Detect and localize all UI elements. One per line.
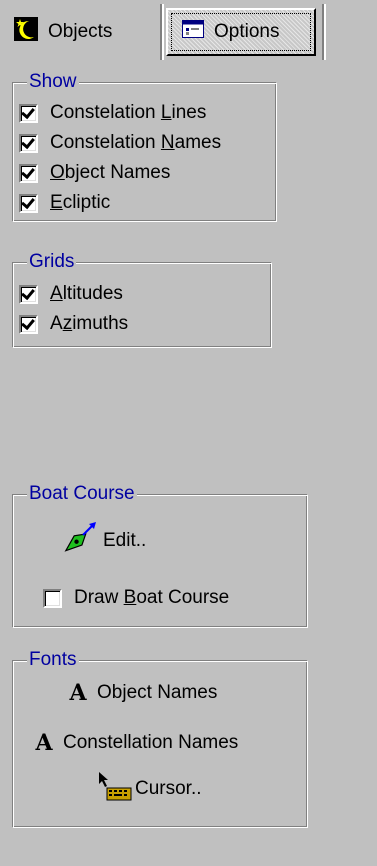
font-icon: A bbox=[35, 730, 53, 756]
checkbox-label: Constelation Lines bbox=[50, 102, 207, 123]
checkbox-box[interactable] bbox=[19, 103, 38, 123]
checkbox-box[interactable] bbox=[19, 163, 38, 183]
boat-course-group: Boat Course Edit.. Draw Boat Course bbox=[12, 482, 308, 628]
checkbox-label: Object Names bbox=[50, 162, 171, 183]
checkbox-label: Ecliptic bbox=[50, 192, 111, 213]
tab-options[interactable]: Options bbox=[166, 8, 316, 56]
checkbox-box[interactable] bbox=[19, 133, 38, 153]
checkbox-label: Constelation Names bbox=[50, 132, 222, 153]
moon-stars-icon bbox=[14, 17, 38, 47]
boat-icon bbox=[61, 521, 99, 561]
checkbox-label: Azimuths bbox=[50, 313, 129, 334]
cursor-font-label: Cursor.. bbox=[135, 778, 202, 799]
checkbox-box[interactable] bbox=[43, 588, 62, 608]
constellation-names-font-label: Constellation Names bbox=[63, 732, 239, 753]
show-group: Show Constelation Lines Constelation Nam… bbox=[12, 70, 277, 222]
checkbox-ecliptic[interactable]: Ecliptic bbox=[19, 188, 110, 218]
checkbox-constellation-names[interactable]: Constelation Names bbox=[19, 128, 221, 158]
constellation-names-font-button[interactable]: A Constellation Names bbox=[31, 723, 238, 763]
tab-objects[interactable]: Objects bbox=[2, 6, 158, 58]
options-window-icon bbox=[182, 20, 204, 44]
checkbox-draw-boat-course[interactable]: Draw Boat Course bbox=[43, 583, 229, 613]
tab-separator bbox=[322, 4, 326, 60]
checkbox-box[interactable] bbox=[19, 284, 38, 304]
show-group-title: Show bbox=[27, 70, 79, 94]
font-icon: A bbox=[69, 680, 87, 706]
checkbox-azimuths[interactable]: Azimuths bbox=[19, 309, 128, 339]
cursor-font-button[interactable]: Cursor.. bbox=[97, 769, 202, 809]
checkbox-altitudes[interactable]: Altitudes bbox=[19, 279, 123, 309]
object-names-font-button[interactable]: A Object Names bbox=[65, 673, 217, 713]
tab-objects-label: Objects bbox=[48, 21, 113, 42]
checkbox-object-names[interactable]: Object Names bbox=[19, 158, 170, 188]
object-names-font-label: Object Names bbox=[97, 682, 218, 703]
checkbox-box[interactable] bbox=[19, 193, 38, 213]
checkbox-label: Altitudes bbox=[50, 283, 123, 304]
checkbox-box[interactable] bbox=[19, 314, 38, 334]
checkbox-constellation-lines[interactable]: Constelation Lines bbox=[19, 98, 206, 128]
tab-strip: Objects Options bbox=[0, 0, 377, 62]
edit-label: Edit.. bbox=[103, 530, 147, 551]
fonts-group-title: Fonts bbox=[27, 648, 79, 672]
tab-separator bbox=[160, 4, 164, 60]
checkbox-label: Draw Boat Course bbox=[74, 587, 230, 608]
boat-course-group-title: Boat Course bbox=[27, 482, 137, 506]
grids-group: Grids Altitudes Azimuths bbox=[12, 250, 272, 348]
cursor-keyboard-icon bbox=[97, 770, 133, 808]
tab-options-label: Options bbox=[214, 21, 280, 42]
fonts-group: Fonts A Object Names A Constellation Nam… bbox=[12, 648, 308, 828]
edit-boat-course-button[interactable]: Edit.. bbox=[61, 521, 146, 561]
grids-group-title: Grids bbox=[27, 250, 77, 274]
